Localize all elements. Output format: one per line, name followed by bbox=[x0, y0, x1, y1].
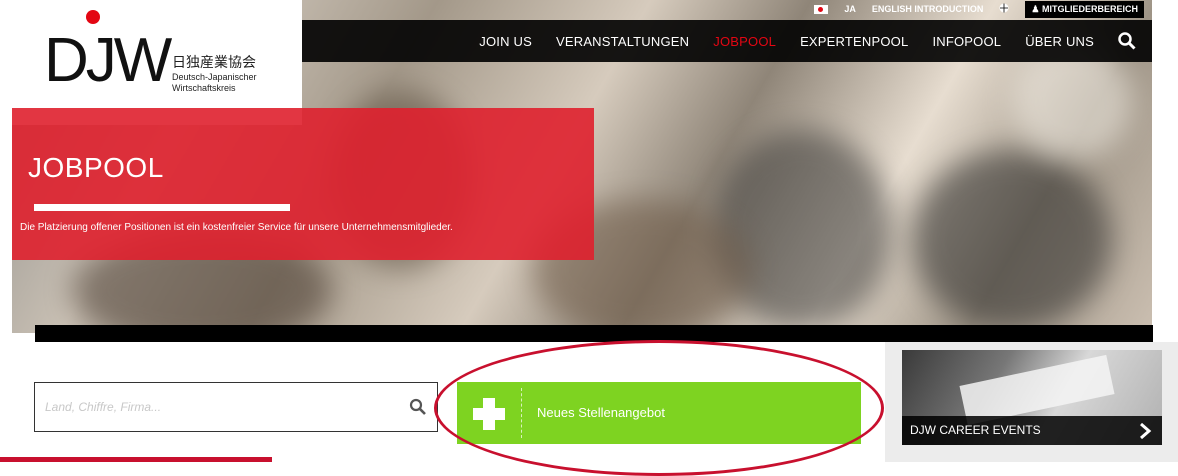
chevron-right-icon[interactable] bbox=[1138, 422, 1152, 440]
button-divider bbox=[521, 388, 522, 438]
page-header-box: JOBPOOL Die Platzierung offener Position… bbox=[12, 108, 594, 260]
logo-subtitle-line1: Deutsch-Japanischer bbox=[172, 72, 257, 82]
new-job-offer-label: Neues Stellenangebot bbox=[537, 405, 665, 420]
japan-flag-icon bbox=[814, 4, 829, 14]
lang-ja-link[interactable]: JA bbox=[844, 4, 856, 14]
logo-kanji: 日独産業協会 bbox=[172, 55, 256, 71]
nav-jobpool[interactable]: JOBPOOL bbox=[713, 34, 776, 49]
nav-veranstaltungen[interactable]: VERANSTALTUNGEN bbox=[556, 34, 689, 49]
career-events-label: DJW CAREER EVENTS bbox=[902, 416, 1162, 445]
members-label: MITGLIEDERBEREICH bbox=[1041, 3, 1138, 14]
job-search-box bbox=[34, 382, 438, 432]
members-area-link[interactable]: ♟ MITGLIEDERBEREICH bbox=[1025, 0, 1144, 18]
logo-red-dot bbox=[86, 10, 100, 24]
handshake-image bbox=[959, 354, 1115, 426]
nav-ueber-uns[interactable]: ÜBER UNS bbox=[1025, 34, 1094, 49]
globe-icon[interactable] bbox=[999, 3, 1009, 15]
nav-infopool[interactable]: INFOPOOL bbox=[932, 34, 1001, 49]
search-icon[interactable] bbox=[1118, 32, 1136, 50]
new-job-offer-button[interactable]: Neues Stellenangebot bbox=[457, 382, 861, 444]
page-description: Die Platzierung offener Positionen ist e… bbox=[20, 222, 453, 233]
nav-expertenpool[interactable]: EXPERTENPOOL bbox=[800, 34, 908, 49]
logo-letters: DJW bbox=[44, 26, 172, 95]
separator-bar bbox=[35, 325, 1153, 342]
djw-logo[interactable]: DJW 日独産業協会 Deutsch-Japanischer Wirtschaf… bbox=[12, 0, 302, 125]
main-navigation: JOIN US VERANSTALTUNGEN JOBPOOL EXPERTEN… bbox=[282, 20, 1152, 62]
career-events-card[interactable]: DJW CAREER EVENTS bbox=[902, 350, 1162, 445]
title-underline bbox=[34, 204, 290, 211]
logo-subtitle-line2: Wirtschaftskreis bbox=[172, 83, 236, 93]
nav-join-us[interactable]: JOIN US bbox=[479, 34, 532, 49]
logo-subtitle: Deutsch-Japanischer Wirtschaftskreis bbox=[172, 72, 302, 94]
search-icon[interactable] bbox=[409, 398, 427, 416]
english-introduction-link[interactable]: ENGLISH INTRODUCTION bbox=[872, 4, 984, 14]
top-utility-bar: JA ENGLISH INTRODUCTION ♟ MITGLIEDERBERE… bbox=[282, 0, 1152, 18]
job-search-input[interactable] bbox=[43, 383, 407, 431]
annotation-underline bbox=[0, 457, 272, 462]
user-icon: ♟ bbox=[1031, 3, 1042, 14]
crowd-blur bbox=[912, 150, 1112, 330]
page-title: JOBPOOL bbox=[28, 152, 164, 183]
plus-icon bbox=[457, 382, 521, 444]
